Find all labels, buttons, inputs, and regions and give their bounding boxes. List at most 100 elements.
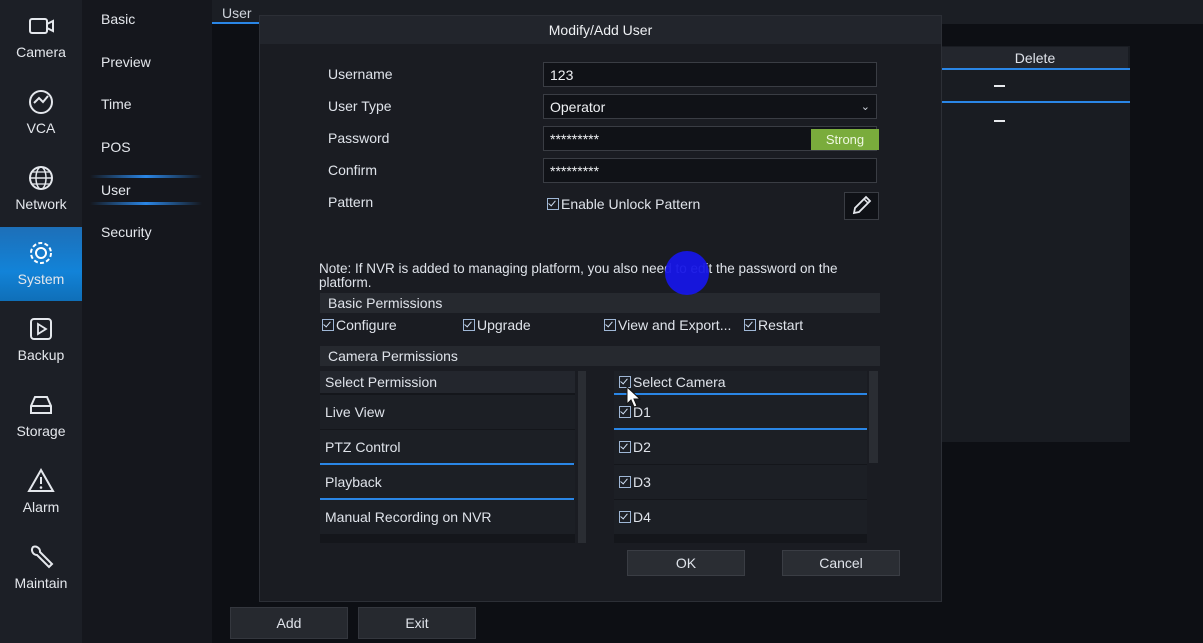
- camera-permissions-header: Camera Permissions: [320, 346, 880, 366]
- nav-vca[interactable]: VCA: [0, 76, 82, 150]
- camera-item-d3[interactable]: D3: [614, 465, 867, 499]
- basic-permissions-header: Basic Permissions: [320, 293, 880, 313]
- submenu-highlight-bottom: [90, 202, 202, 205]
- submenu-basic[interactable]: Basic: [101, 11, 135, 27]
- table-row-divider: [942, 68, 1130, 70]
- submenu-security[interactable]: Security: [101, 224, 152, 240]
- nav-backup[interactable]: Backup: [0, 303, 82, 377]
- nav-maintain[interactable]: Maintain: [0, 531, 82, 605]
- click-indicator-dot: [665, 251, 709, 295]
- user-type-label: User Type: [328, 98, 392, 114]
- delete-dash-icon[interactable]: [994, 120, 1005, 122]
- chevron-down-icon: ⌄: [860, 101, 870, 113]
- select-camera-header[interactable]: Select Camera: [614, 371, 867, 393]
- network-globe-icon: [29, 166, 53, 190]
- pattern-label: Pattern: [328, 194, 374, 210]
- camera-d4-label: D4: [633, 509, 651, 525]
- perm-view-export-label: View and Export...: [618, 317, 732, 333]
- nav-network-label: Network: [15, 196, 67, 212]
- nav-network[interactable]: Network: [0, 152, 82, 226]
- nav-maintain-label: Maintain: [14, 575, 68, 591]
- perm-upgrade-label: Upgrade: [477, 317, 531, 333]
- camera-d3-label: D3: [633, 474, 651, 490]
- perm-restart-label: Restart: [758, 317, 804, 333]
- permission-item-live-view[interactable]: Live View: [320, 395, 575, 429]
- perm-restart-checkbox[interactable]: Restart: [744, 317, 803, 333]
- camera-list-scrollbar[interactable]: [869, 371, 878, 463]
- checkbox-checked-icon: [619, 441, 631, 453]
- mouse-pointer-icon: [626, 386, 642, 408]
- exit-button[interactable]: Exit: [358, 607, 476, 639]
- confirm-password-input[interactable]: *********: [543, 158, 877, 183]
- tab-user-underline: [212, 22, 260, 24]
- password-strength-badge: Strong: [811, 129, 879, 150]
- select-permission-header: Select Permission: [320, 371, 575, 393]
- edit-pattern-button[interactable]: [844, 192, 879, 220]
- camera-list: Select Camera D1 D2 D3 D4: [614, 371, 867, 543]
- permission-list: Select Permission Live View PTZ Control …: [320, 371, 575, 543]
- dialog-title: Modify/Add User: [260, 16, 941, 44]
- alarm-icon: [27, 467, 55, 492]
- permission-item-manual-recording[interactable]: Manual Recording on NVR: [320, 500, 575, 534]
- delete-column-header: Delete: [942, 47, 1128, 69]
- camera-item-d2[interactable]: D2: [614, 430, 867, 464]
- nav-backup-label: Backup: [17, 347, 65, 363]
- perm-configure-checkbox[interactable]: Configure: [322, 317, 397, 333]
- submenu-highlight-top: [90, 175, 202, 178]
- enable-unlock-pattern-checkbox[interactable]: Enable Unlock Pattern: [547, 196, 700, 212]
- submenu-time[interactable]: Time: [101, 96, 132, 112]
- perm-view-export-checkbox[interactable]: View and Export...: [604, 317, 731, 333]
- permission-item-playback[interactable]: Playback: [320, 465, 575, 499]
- nav-camera[interactable]: Camera: [0, 0, 82, 74]
- nav-camera-label: Camera: [16, 44, 66, 60]
- nav-alarm[interactable]: Alarm: [0, 455, 82, 529]
- checkbox-checked-icon: [322, 319, 334, 331]
- submenu-user[interactable]: User: [101, 182, 131, 198]
- modify-add-user-dialog: Modify/Add User Username 123 User Type O…: [259, 15, 942, 602]
- tab-user[interactable]: User: [222, 5, 252, 21]
- checkbox-checked-icon: [744, 319, 756, 331]
- checkbox-checked-icon: [547, 198, 559, 210]
- camera-item-d4[interactable]: D4: [614, 500, 867, 534]
- nav-storage[interactable]: Storage: [0, 379, 82, 453]
- password-label: Password: [328, 130, 390, 146]
- add-button[interactable]: Add: [230, 607, 348, 639]
- camera-d2-label: D2: [633, 439, 651, 455]
- system-submenu: Basic Preview Time POS User Security: [82, 0, 212, 643]
- nav-system-label: System: [17, 271, 65, 287]
- password-note: Note: If NVR is added to managing platfo…: [319, 261, 838, 290]
- wrench-icon: [31, 545, 54, 569]
- user-type-select[interactable]: Operator ⌄: [543, 94, 877, 119]
- checkbox-checked-icon: [619, 511, 631, 523]
- cancel-button[interactable]: Cancel: [782, 550, 900, 576]
- nav-alarm-label: Alarm: [22, 499, 60, 515]
- confirm-label: Confirm: [328, 162, 378, 178]
- checkbox-checked-icon: [604, 319, 616, 331]
- submenu-preview[interactable]: Preview: [101, 54, 151, 70]
- delete-dash-icon[interactable]: [994, 85, 1005, 87]
- camera-item-d1[interactable]: D1: [614, 395, 867, 429]
- nav-storage-label: Storage: [16, 423, 66, 439]
- username-label: Username: [328, 66, 393, 82]
- nav-system[interactable]: System: [0, 227, 82, 301]
- camera-icon: [29, 18, 54, 34]
- storage-icon: [30, 396, 52, 414]
- vca-icon: [29, 90, 53, 114]
- permission-item-ptz-control[interactable]: PTZ Control: [320, 430, 575, 464]
- pencil-icon: [852, 195, 872, 215]
- main-nav-rail: Camera VCA Network System Backup Storage…: [0, 0, 82, 643]
- user-table: [940, 46, 1130, 442]
- perm-configure-label: Configure: [336, 317, 397, 333]
- nav-vca-label: VCA: [26, 120, 56, 136]
- gear-icon: [30, 242, 52, 264]
- user-type-value: Operator: [550, 99, 606, 115]
- select-camera-label: Select Camera: [633, 374, 726, 390]
- perm-upgrade-checkbox[interactable]: Upgrade: [463, 317, 531, 333]
- permission-list-scrollbar[interactable]: [578, 371, 586, 543]
- enable-unlock-pattern-label: Enable Unlock Pattern: [561, 196, 701, 212]
- ok-button[interactable]: OK: [627, 550, 745, 576]
- username-input[interactable]: 123: [543, 62, 877, 87]
- checkbox-checked-icon: [463, 319, 475, 331]
- checkbox-checked-icon: [619, 476, 631, 488]
- submenu-pos[interactable]: POS: [101, 139, 131, 155]
